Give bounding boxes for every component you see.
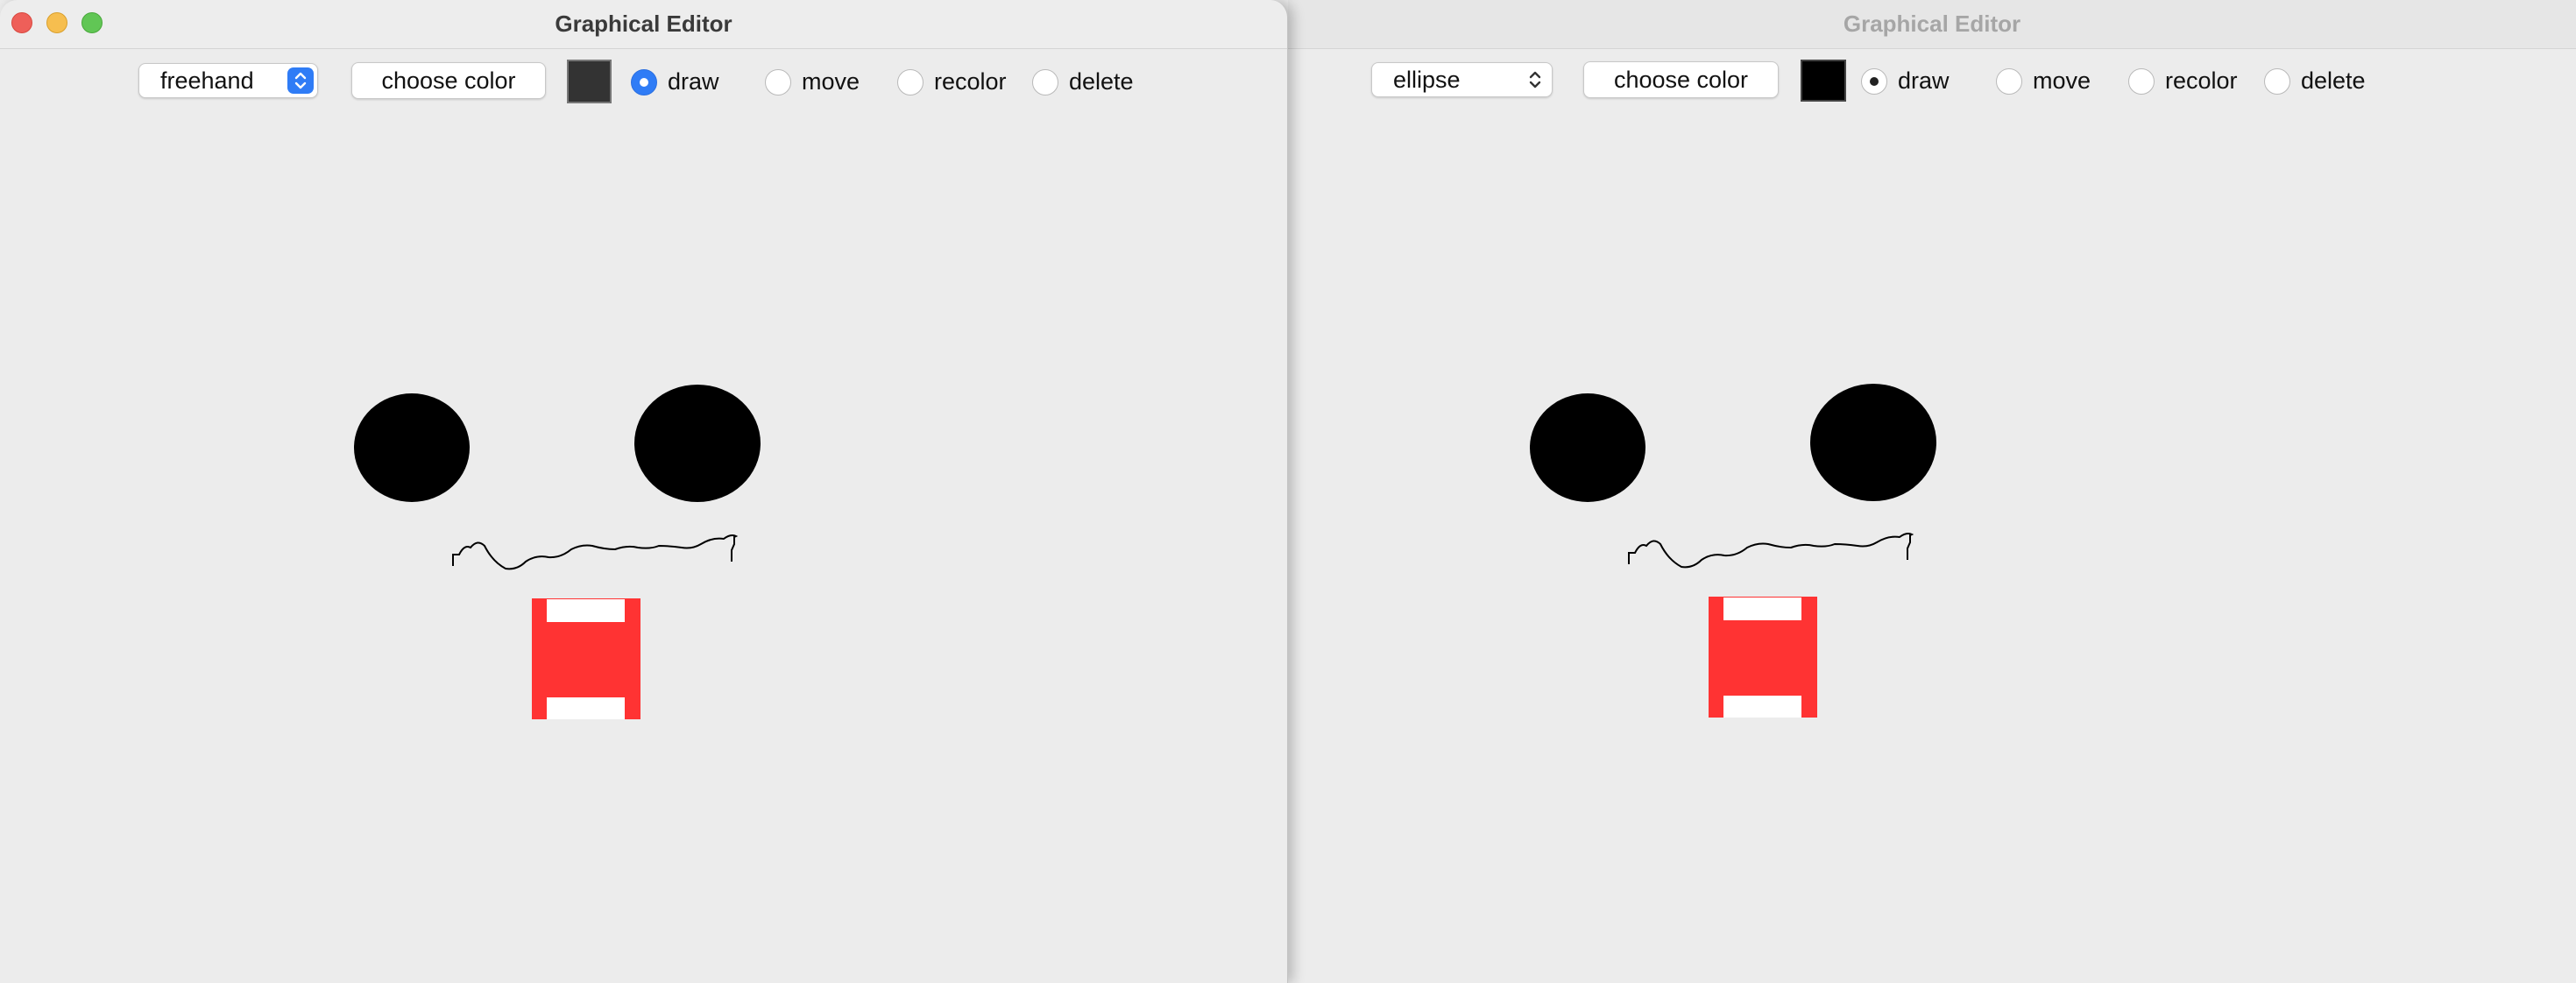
- shape-type-value: freehand: [160, 67, 254, 94]
- left-eye-ellipse[interactable]: [354, 393, 470, 502]
- drawing-canvas[interactable]: [0, 115, 1288, 983]
- current-color-swatch: [1801, 60, 1846, 102]
- mode-label: delete: [1069, 68, 1134, 95]
- left-toolbar: freehand choose color draw move recolor …: [0, 49, 1287, 115]
- right-toolbar: ellipse choose color draw move recolor d…: [1288, 49, 2576, 115]
- choose-color-button[interactable]: choose color: [351, 62, 546, 99]
- upper-teeth-rect[interactable]: [1723, 598, 1801, 620]
- choose-color-button[interactable]: choose color: [1583, 61, 1779, 98]
- right-eye-ellipse[interactable]: [634, 385, 761, 502]
- mode-label: move: [802, 68, 860, 95]
- mode-move-radio[interactable]: move: [1996, 67, 2091, 95]
- left-eye-ellipse[interactable]: [1530, 393, 1645, 502]
- current-color-swatch: [567, 60, 612, 103]
- left-title-bar[interactable]: Graphical Editor: [0, 0, 1287, 49]
- mode-move-radio[interactable]: move: [765, 68, 860, 95]
- mode-label: recolor: [2165, 67, 2238, 94]
- right-editor-window: Graphical Editor ellipse choose color dr…: [1288, 0, 2576, 983]
- mode-delete-radio[interactable]: delete: [2264, 67, 2366, 95]
- right-eye-ellipse[interactable]: [1810, 384, 1936, 501]
- radio-selected-icon: [631, 68, 657, 95]
- shape-type-value: ellipse: [1393, 67, 1461, 93]
- radio-unselected-icon: [1996, 67, 2022, 95]
- mode-delete-radio[interactable]: delete: [1032, 68, 1134, 95]
- mode-draw-radio[interactable]: draw: [1861, 67, 1950, 95]
- mode-label: delete: [2301, 67, 2366, 94]
- radio-unselected-icon: [765, 68, 791, 95]
- window-title: Graphical Editor: [1843, 11, 2021, 37]
- left-editor-window: Graphical Editor freehand choose color d…: [0, 0, 1288, 983]
- upper-teeth-rect[interactable]: [547, 599, 625, 622]
- right-title-bar[interactable]: Graphical Editor: [1288, 0, 2576, 49]
- shape-type-select[interactable]: freehand: [138, 63, 318, 98]
- lower-teeth-rect[interactable]: [547, 697, 625, 719]
- mode-recolor-radio[interactable]: recolor: [897, 68, 1007, 95]
- mode-label: move: [2033, 67, 2091, 94]
- mode-draw-radio[interactable]: draw: [631, 68, 719, 95]
- freehand-stroke[interactable]: [452, 534, 739, 570]
- radio-selected-icon: [1861, 67, 1887, 95]
- freehand-stroke[interactable]: [1628, 533, 1914, 569]
- radio-unselected-icon: [2264, 67, 2290, 95]
- mode-label: recolor: [934, 68, 1007, 95]
- mode-recolor-radio[interactable]: recolor: [2128, 67, 2238, 95]
- shape-type-select[interactable]: ellipse: [1371, 62, 1553, 97]
- radio-unselected-icon: [897, 68, 924, 95]
- maximize-window-button[interactable]: [81, 12, 103, 33]
- mode-label: draw: [668, 68, 719, 95]
- mode-label: draw: [1898, 67, 1950, 94]
- window-title: Graphical Editor: [555, 11, 732, 37]
- drawing-canvas[interactable]: [1288, 115, 2576, 983]
- chevron-updown-icon: [1522, 67, 1548, 93]
- minimize-window-button[interactable]: [46, 12, 67, 33]
- chevron-updown-icon: [287, 67, 314, 94]
- lower-teeth-rect[interactable]: [1723, 696, 1801, 718]
- radio-unselected-icon: [2128, 67, 2155, 95]
- close-window-button[interactable]: [11, 12, 32, 33]
- radio-unselected-icon: [1032, 68, 1058, 95]
